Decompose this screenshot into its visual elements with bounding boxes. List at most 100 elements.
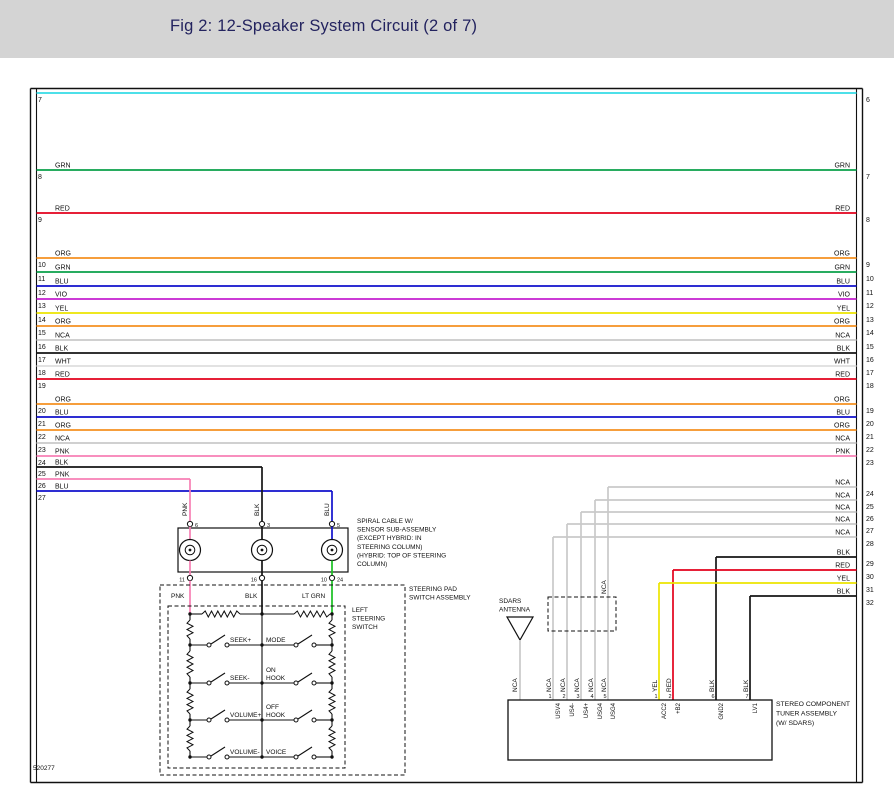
resistor [329,726,335,751]
junction-dot [330,643,333,646]
pin-number: 31 [866,587,874,594]
resistor [294,611,330,617]
wire-color-label: BLK [837,550,851,557]
spiral-bottom-pin-number: 16 [251,578,257,584]
wire-color-label: ORG [834,423,850,430]
wire-color-label: ORG [55,319,71,326]
pin-number: 19 [38,383,46,390]
resistor [329,689,335,714]
pin-number: 7 [38,97,42,104]
vertical-wire-label: PNK [182,502,189,516]
connector-pin [187,575,192,580]
tuner-pin-number: 1 [654,694,657,700]
pin-number: 30 [866,574,874,581]
switch-wire-label: BLK [245,593,258,600]
pin-number: 14 [38,317,46,324]
pin-number: 16 [866,357,874,364]
pin-number: 12 [866,303,874,310]
resistor [329,651,335,677]
spiral-coil-icon [189,549,192,552]
connector-pin [329,575,334,580]
wire-color-label: VIO [55,292,68,299]
tuner-box [508,700,772,760]
tuner-pin-number: 7 [745,694,748,700]
connector-pin [259,521,264,526]
spiral-cable-label: COLUMN) [357,561,387,568]
wire-color-label: NCA [835,517,850,524]
tuner-pin-number: 6 [711,694,714,700]
vertical-wire-label: RED [666,678,673,692]
pin-number: 26 [866,516,874,523]
steering-pad-label: SWITCH ASSEMBLY [409,595,471,602]
wire-color-label: BLU [55,410,69,417]
pin-number: 27 [866,528,874,535]
tuner-pin-label: USG4 [611,702,617,719]
junction-dot [188,755,191,758]
pin-number: 13 [866,317,874,324]
vertical-wire-label: BLK [709,679,716,692]
wire-color-label: RED [835,372,850,379]
junction-dot [260,643,263,646]
wire-color-label: RED [835,206,850,213]
spiral-coil-icon [331,549,334,552]
connector-pin [312,681,316,685]
wire-color-label: PNK [55,449,70,456]
spiral-top-pin-number: 5 [337,523,340,529]
pin-number: 26 [38,483,46,490]
pin-number: 23 [38,447,46,454]
pin-number: 15 [38,330,46,337]
connector-pin [225,681,229,685]
connector-pin [294,681,298,685]
left-steering-switch-box [168,606,345,768]
switch-label-right: HOOK [266,675,286,682]
resistor [187,726,193,751]
wire-color-label: BLU [55,279,69,286]
tuner-pin-label: USG4 [598,702,604,719]
spiral-bottom-pin-number: 24 [337,578,343,584]
vertical-wire-label: BLU [324,503,331,516]
pin-number: 9 [866,262,870,269]
pin-number: 20 [866,421,874,428]
connector-pin [225,643,229,647]
tuner-label: STEREO COMPONENT [776,701,850,708]
connector-pin [294,718,298,722]
wire-color-label: NCA [835,333,850,340]
wire-color-label: RED [55,372,70,379]
pin-number: 18 [38,370,46,377]
junction-dot [188,681,191,684]
wire-color-label: NCA [835,480,850,487]
pin-number: 13 [38,303,46,310]
pin-number: 29 [866,561,874,568]
pin-number: 23 [866,460,874,467]
pin-number: 21 [38,421,46,428]
pin-number: 27 [38,495,46,502]
vertical-wire-label: BLK [743,679,750,692]
wire-color-label: ORG [55,397,71,404]
left-steering-switch-label: LEFT [352,607,368,614]
connector-pin [207,681,211,685]
antenna-label: SDARS [499,598,522,605]
tuner-pin-number: 4 [590,694,593,700]
resistor [202,611,240,617]
pin-number: 22 [866,447,874,454]
wire-color-label: ORG [55,251,71,258]
wire-color-label: GRN [55,265,71,272]
vertical-wire-label: BLK [254,503,261,516]
pin-number: 18 [866,383,874,390]
vertical-wire-label: NCA [588,678,595,692]
antenna-icon [507,617,533,640]
switch-wire-label: LT GRN [302,593,326,600]
wire-color-label: YEL [55,306,68,313]
wire-color-label: NCA [835,493,850,500]
connector-pin [312,643,316,647]
pin-number: 24 [866,491,874,498]
steering-pad-label: STEERING PAD [409,586,457,593]
pin-number: 12 [38,290,46,297]
pin-number: 11 [38,276,45,283]
pin-number: 22 [38,434,46,441]
switch-label-right: MODE [266,637,286,644]
wire-color-label: PNK [55,472,70,479]
connector-pin [225,755,229,759]
junction-dot [188,718,191,721]
pin-number: 7 [866,174,870,181]
